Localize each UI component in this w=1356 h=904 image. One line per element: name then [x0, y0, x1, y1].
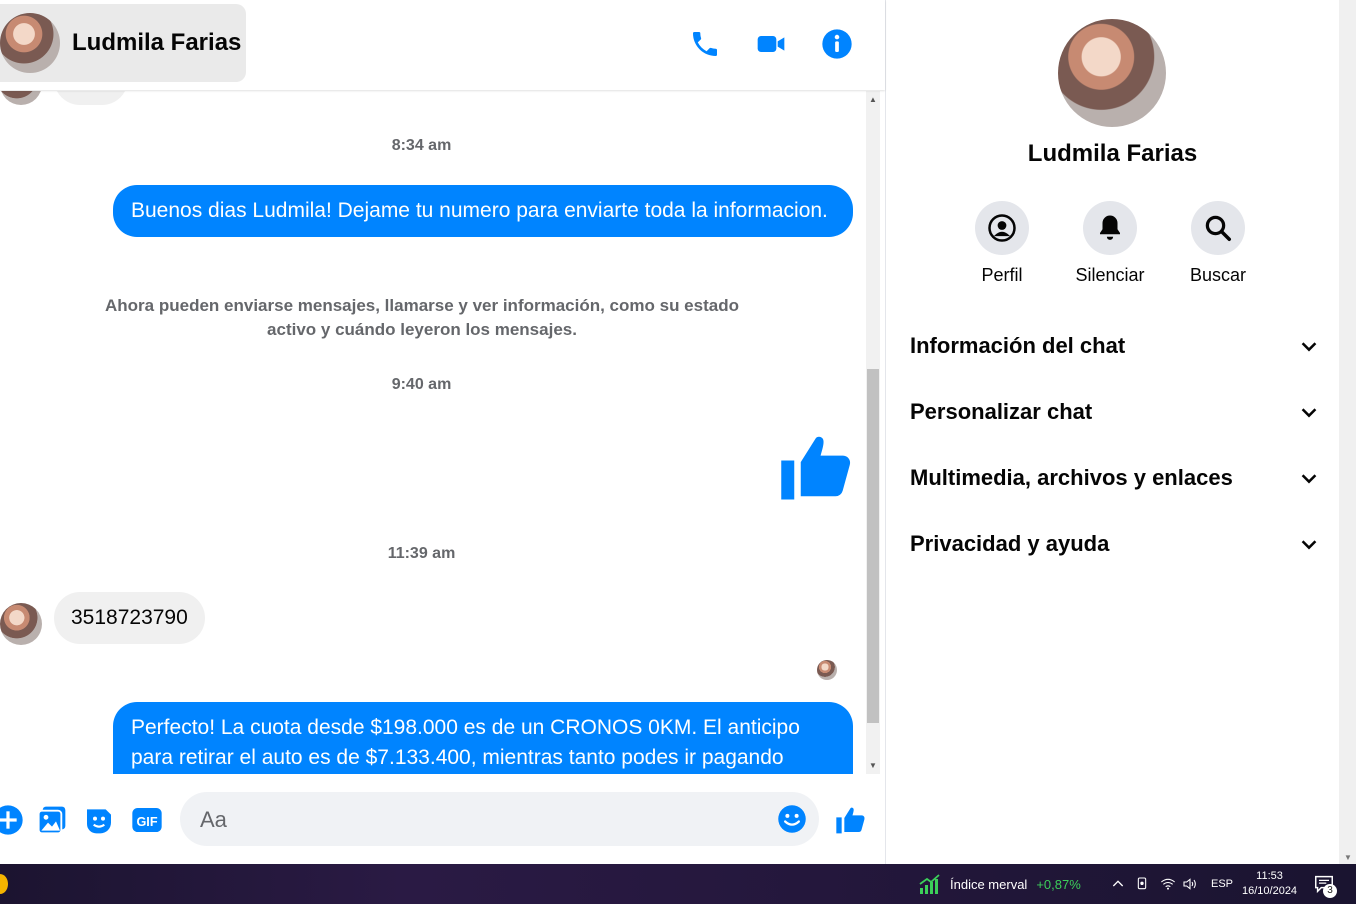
- profile-action[interactable]: Perfil: [962, 201, 1042, 286]
- mute-action-label: Silenciar: [1075, 265, 1145, 285]
- page-scrollbar[interactable]: ▼: [1339, 0, 1356, 864]
- profile-avatar[interactable]: [1058, 19, 1166, 127]
- windows-taskbar: Índice merval +0,87% ESP 11:53 16/10/202…: [0, 864, 1356, 904]
- notifications-icon[interactable]: 3: [1313, 864, 1337, 904]
- message-input-container[interactable]: [180, 792, 819, 848]
- message-scrollbar[interactable]: ▲ ▼: [866, 91, 880, 774]
- timestamp: 8:34 am: [391, 137, 452, 154]
- bell-icon[interactable]: [1083, 201, 1137, 255]
- section-media-files[interactable]: Multimedia, archivos y enlaces: [910, 458, 1320, 498]
- app-icon[interactable]: [0, 874, 8, 894]
- info-icon[interactable]: [820, 27, 854, 61]
- gif-label: GIF: [136, 815, 157, 829]
- widget-label: Índice merval: [950, 876, 1028, 892]
- contact-avatar[interactable]: [0, 13, 60, 73]
- gif-icon[interactable]: GIF: [130, 803, 164, 837]
- chart-up-icon: [919, 874, 940, 894]
- chat-info-sidebar: Ludmila Farias Perfil Silenciar Buscar I…: [886, 0, 1339, 864]
- widget-value: +0,87%: [1036, 876, 1081, 892]
- video-camera-icon[interactable]: [754, 27, 788, 61]
- wifi-icon[interactable]: [1160, 864, 1176, 904]
- tray-overflow-icon[interactable]: [1110, 864, 1126, 904]
- profile-icon[interactable]: [975, 201, 1029, 255]
- sticker-icon[interactable]: [82, 803, 116, 837]
- clock-time: 11:53: [1256, 870, 1283, 882]
- chevron-down-icon: [1301, 540, 1317, 550]
- search-action[interactable]: Buscar: [1178, 201, 1258, 286]
- section-chat-info[interactable]: Información del chat: [910, 326, 1320, 366]
- scrollbar-thumb[interactable]: [867, 369, 879, 723]
- chevron-down-icon: [1301, 474, 1317, 484]
- scroll-down-icon[interactable]: ▼: [1344, 853, 1352, 862]
- clock[interactable]: 11:53 16/10/2024: [1242, 864, 1297, 904]
- message-input[interactable]: [198, 792, 762, 848]
- message-list[interactable]: 8:34 am Buenos dias Ludmila! Dejame tu n…: [0, 91, 866, 774]
- section-label: Información del chat: [910, 333, 1126, 358]
- composer: GIF: [0, 775, 885, 864]
- chevron-down-icon: [1301, 342, 1317, 352]
- search-icon[interactable]: [1191, 201, 1245, 255]
- like-icon[interactable]: [834, 803, 868, 837]
- chat-header: Ludmila Farias: [0, 0, 885, 90]
- incoming-message[interactable]: 3518723790: [54, 592, 205, 644]
- contact-name[interactable]: Ludmila Farias: [72, 29, 241, 57]
- section-label: Personalizar chat: [910, 399, 1093, 424]
- chat-notice: Ahora pueden enviarse mensajes, llamarse…: [105, 296, 739, 339]
- language-indicator[interactable]: ESP: [1211, 864, 1233, 904]
- phone-icon[interactable]: [688, 27, 722, 61]
- image-icon[interactable]: [35, 803, 69, 837]
- emoji-icon[interactable]: [777, 804, 807, 834]
- notifications-count: 3: [1323, 884, 1337, 898]
- plus-icon[interactable]: [0, 803, 25, 837]
- section-label: Privacidad y ayuda: [910, 531, 1110, 556]
- scroll-down-icon[interactable]: ▼: [869, 761, 877, 770]
- section-privacy-help[interactable]: Privacidad y ayuda: [910, 524, 1320, 564]
- outgoing-message[interactable]: Buenos dias Ludmila! Dejame tu numero pa…: [113, 185, 853, 237]
- clock-date: 16/10/2024: [1242, 885, 1298, 897]
- search-action-label: Buscar: [1189, 265, 1247, 285]
- timestamp: 9:40 am: [391, 376, 452, 393]
- stock-widget[interactable]: Índice merval +0,87%: [918, 864, 1081, 904]
- section-label: Multimedia, archivos y enlaces: [910, 465, 1233, 490]
- scroll-up-icon[interactable]: ▲: [869, 95, 877, 104]
- profile-name: Ludmila Farias: [1027, 140, 1198, 167]
- timestamp: 11:39 am: [387, 545, 456, 562]
- read-receipt-avatar: [817, 660, 837, 680]
- section-customize-chat[interactable]: Personalizar chat: [910, 392, 1320, 432]
- meet-now-icon[interactable]: [1135, 864, 1151, 904]
- chat-panel: Ludmila Farias 8:34 am Buenos dias Ludmi…: [0, 0, 886, 864]
- contact-chip[interactable]: Ludmila Farias: [0, 4, 246, 82]
- contact-avatar-small[interactable]: [0, 603, 42, 645]
- previous-incoming-bubble: [54, 91, 128, 105]
- contact-avatar-small: [0, 91, 42, 105]
- like-icon[interactable]: [778, 428, 856, 506]
- chevron-down-icon: [1301, 408, 1317, 418]
- volume-icon[interactable]: [1182, 864, 1198, 904]
- mute-action[interactable]: Silenciar: [1070, 201, 1150, 286]
- outgoing-message[interactable]: Perfecto! La cuota desde $198.000 es de …: [113, 702, 853, 774]
- profile-action-label: Perfil: [981, 265, 1023, 285]
